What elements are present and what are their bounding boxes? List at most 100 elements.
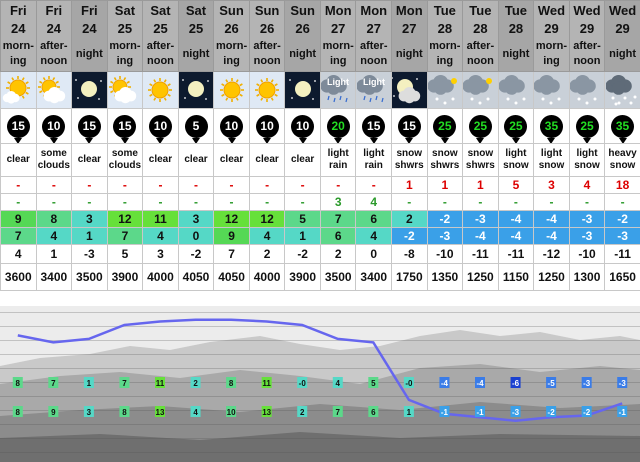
day-cell: Tue: [497, 0, 535, 19]
date-cell: 27: [391, 19, 428, 37]
time-of-day-label: morn-: [535, 40, 568, 52]
weather-icon-cell: Light: [355, 71, 393, 109]
upper-temp-label: -4: [441, 379, 449, 388]
max-temp-value: 8: [50, 212, 58, 226]
wind-arrow-icon: 35: [611, 114, 635, 143]
snow-amount-cell: 4: [568, 176, 606, 194]
upper-temp-label: -5: [548, 379, 556, 388]
wind-speed-row: 15 10 15 15 10 5 10 10 10 20 15 15 25 25 25 35 25 35: [0, 108, 640, 144]
snow-value: -: [300, 178, 305, 192]
lower-temp-label: -1: [619, 408, 627, 417]
wind-speed-cell: 25: [462, 108, 499, 144]
time-of-day-label: ing: [329, 55, 347, 67]
time-of-day-cell: morn-ing: [106, 37, 144, 72]
date-label: 25: [153, 20, 168, 36]
snow-value: -: [336, 178, 341, 192]
min-temp-cell: 9: [213, 227, 250, 245]
day-label: Mon: [360, 2, 388, 18]
wind-arrow-icon: 15: [362, 114, 386, 143]
weather-icon-cell: [213, 71, 250, 109]
wind-chill-value: -11: [472, 247, 489, 261]
date-cell: 29: [533, 19, 570, 37]
rain-value: -: [229, 195, 234, 209]
wind-chill-cell: -11: [604, 244, 640, 264]
sun-icon: [148, 78, 173, 102]
max-temp-value: -2: [617, 212, 628, 226]
day-cell: Fri: [71, 0, 108, 19]
min-temp-value: 1: [86, 229, 93, 243]
date-label: 28: [437, 20, 453, 36]
time-of-day-label: after-: [573, 40, 601, 52]
max-temp-cell: -4: [497, 210, 535, 228]
day-cell: Sat: [177, 0, 215, 19]
snow-value: -: [194, 178, 198, 192]
min-temp-cell: 6: [319, 227, 357, 245]
freezing-level-cell: 1650: [604, 263, 640, 291]
time-of-day-label: ing: [223, 55, 240, 67]
wind-chill-value: 4: [14, 247, 22, 261]
min-temp-row: 7 4 1 7 4 0 9 4 1 6 4 -2 -3 -4 -4 -4 -3 -3: [0, 227, 640, 245]
wind-speed-cell: 10: [248, 108, 286, 144]
upper-temp-label: 1: [87, 379, 92, 388]
freezing-level-value: 1350: [431, 270, 459, 284]
wind-arrow-icon: 10: [291, 114, 315, 143]
wind-chill-value: 7: [228, 247, 235, 261]
freezing-level-cell: 4050: [213, 263, 250, 291]
rain-value: 4: [370, 195, 378, 209]
freezing-level-value: 1250: [467, 270, 494, 284]
condition-cell: light snow: [533, 143, 570, 177]
min-temp-value: 0: [192, 229, 200, 243]
lower-temp-label: 8: [122, 408, 127, 417]
wind-arrow-icon: 15: [397, 114, 421, 143]
sun-cloud-icon: [108, 76, 137, 104]
condition-cell: light snow: [568, 143, 606, 177]
condition-label: clear: [219, 154, 244, 165]
time-of-day-label: night: [395, 47, 423, 60]
date-label: 26: [295, 20, 310, 36]
snow-value: -: [122, 178, 127, 192]
time-of-day-label: morn-: [109, 40, 141, 52]
wind-chill-value: 0: [370, 247, 378, 261]
snow-shower-icon: [463, 75, 493, 105]
min-temp-cell: 7: [0, 227, 37, 245]
condition-label: light: [505, 148, 527, 159]
lower-temp-label: 1: [407, 408, 412, 417]
snow-amount-cell: -: [355, 176, 393, 194]
wind-speed-cell: 35: [533, 108, 570, 144]
sun-icon: [255, 78, 280, 102]
condition-label: light: [363, 148, 385, 159]
wind-chill-cell: 7: [213, 244, 250, 264]
weather-icon-cell: [177, 71, 215, 109]
wind-speed-cell: 15: [106, 108, 144, 144]
freezing-level-cell: 1750: [391, 263, 428, 291]
condition-label: clear: [290, 154, 315, 165]
rain-value: -: [16, 195, 21, 209]
lower-temp-label: -1: [476, 408, 484, 417]
light-snow-icon: [570, 75, 597, 105]
min-temp-value: -4: [546, 229, 557, 243]
time-of-day-cell: morn-ing: [319, 37, 357, 72]
time-of-day-cell: morn-ing: [426, 37, 464, 72]
wind-speed-cell: 15: [355, 108, 393, 144]
rain-amount-cell: -: [71, 193, 108, 211]
min-temp-cell: -3: [426, 227, 464, 245]
condition-label: snow: [396, 148, 423, 159]
freezing-level-cell: 3500: [71, 263, 108, 291]
freezing-level-value: 3500: [324, 270, 352, 284]
date-label: 28: [473, 20, 488, 36]
wind-speed-cell: 15: [0, 108, 37, 144]
rain-amount-cell: -: [142, 193, 179, 211]
weather-icon-cell: [426, 71, 464, 109]
day-cell: Mon: [319, 0, 357, 19]
lower-temp-label: 7: [336, 408, 341, 417]
day-label: Fri: [9, 2, 27, 18]
freezing-level-cell: 1150: [497, 263, 535, 291]
condition-label: clouds: [108, 160, 142, 171]
wind-chill-cell: 5: [106, 244, 144, 264]
min-temp-value: 4: [50, 229, 58, 243]
condition-label: some: [40, 148, 67, 159]
wind-chill-cell: 2: [248, 244, 286, 264]
date-cell: 28: [497, 19, 535, 37]
upper-temp-label: -6: [512, 379, 520, 388]
max-temp-value: 7: [334, 212, 342, 226]
